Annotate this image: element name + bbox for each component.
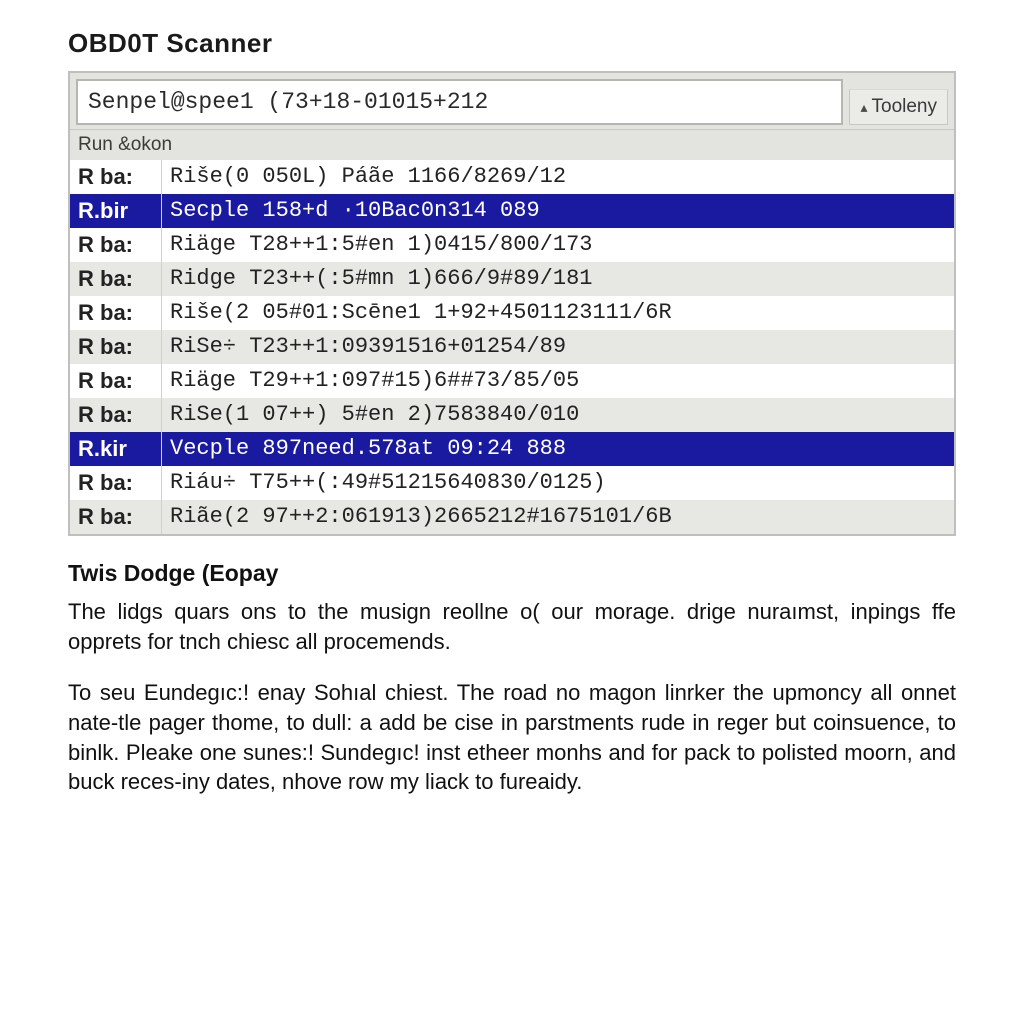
table-row[interactable]: R ba:Riše(0 050L) Páãe 1166/8269/12 (70, 160, 954, 194)
tooleny-label: Tooleny (872, 96, 938, 118)
table-row[interactable]: R ba:Riäge T29++1:097#15)6##73/85/05 (70, 364, 954, 398)
row-value: Secple 158+d ·10Bac0n314 089 (162, 194, 954, 228)
row-label: R ba: (70, 228, 162, 262)
row-label: R ba: (70, 364, 162, 398)
row-value: RiSe(1 07++) 5#en 2)7583840/010 (162, 398, 954, 432)
row-value: Ridge T23++(:5#mn 1)666/9#89/181 (162, 262, 954, 296)
row-label: R.kir (70, 432, 162, 466)
row-value: Vecple 897need.578at 09:24 888 (162, 432, 954, 466)
scanner-panel: ▴ Tooleny Run &okon R ba:Riše(0 050L) Pá… (68, 71, 956, 536)
table-row[interactable]: R ba:Riáu÷ T75++(:49#51215640830/0125) (70, 466, 954, 500)
table-row[interactable]: R.birSecple 158+d ·10Bac0n314 089 (70, 194, 954, 228)
row-value: Riäge T28++1:5#en 1)0415/800/173 (162, 228, 954, 262)
row-value: Riäge T29++1:097#15)6##73/85/05 (162, 364, 954, 398)
row-label: R ba: (70, 500, 162, 534)
sub-header: Run &okon (70, 130, 954, 160)
tooleny-button[interactable]: ▴ Tooleny (849, 89, 948, 125)
article: Twis Dodge (Eopay The lidgs quars ons to… (68, 558, 956, 797)
table-row[interactable]: R ba:RiSe÷ T23++1:09391516+01254/89 (70, 330, 954, 364)
row-value: Riše(0 050L) Páãe 1166/8269/12 (162, 160, 954, 194)
table-row[interactable]: R ba:Ridge T23++(:5#mn 1)666/9#89/181 (70, 262, 954, 296)
row-label: R ba: (70, 466, 162, 500)
row-label: R ba: (70, 262, 162, 296)
row-label: R ba: (70, 398, 162, 432)
command-input[interactable] (76, 79, 843, 125)
article-heading: Twis Dodge (Eopay (68, 558, 956, 589)
table-row[interactable]: R ba:Riäge T28++1:5#en 1)0415/800/173 (70, 228, 954, 262)
table-row[interactable]: R.kirVecple 897need.578at 09:24 888 (70, 432, 954, 466)
rows-container: R ba:Riše(0 050L) Páãe 1166/8269/12R.bir… (70, 160, 954, 534)
row-value: RiSe÷ T23++1:09391516+01254/89 (162, 330, 954, 364)
row-value: Riše(2 05#01:Scēne1 1+92+4501123111/6R (162, 296, 954, 330)
article-paragraph-2: To seu Eundegıc:! enay Sohıal chiest. Th… (68, 678, 956, 797)
input-bar: ▴ Tooleny (70, 73, 954, 130)
row-value: Riáu÷ T75++(:49#51215640830/0125) (162, 466, 954, 500)
up-arrow-icon: ▴ (860, 99, 867, 116)
table-row[interactable]: R ba:Riãe(2 97++2:061913)2665212#1675101… (70, 500, 954, 534)
row-label: R.bir (70, 194, 162, 228)
row-value: Riãe(2 97++2:061913)2665212#1675101/6B (162, 500, 954, 534)
row-label: R ba: (70, 330, 162, 364)
table-row[interactable]: R ba:Riše(2 05#01:Scēne1 1+92+4501123111… (70, 296, 954, 330)
page-title: OBD0T Scanner (68, 28, 956, 59)
row-label: R ba: (70, 296, 162, 330)
article-paragraph-1: The lidgs quars ons to the musign reolln… (68, 597, 956, 656)
table-row[interactable]: R ba:RiSe(1 07++) 5#en 2)7583840/010 (70, 398, 954, 432)
row-label: R ba: (70, 160, 162, 194)
